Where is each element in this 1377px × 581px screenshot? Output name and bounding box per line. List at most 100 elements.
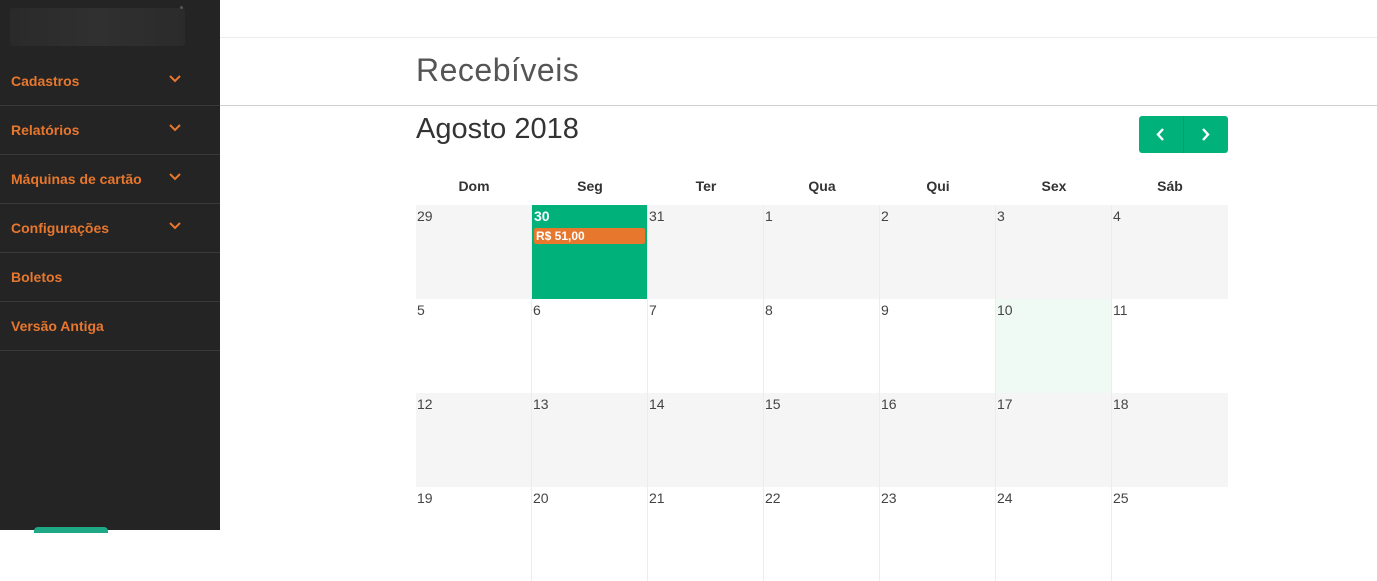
next-month-button[interactable] <box>1183 116 1228 153</box>
day-number: 25 <box>1113 490 1129 506</box>
day-number: 5 <box>417 302 425 318</box>
day-number: 18 <box>1113 396 1129 412</box>
calendar-day[interactable]: 8 <box>764 299 880 393</box>
sidebar-item-relatorios[interactable]: Relatórios <box>0 106 220 155</box>
calendar-day[interactable]: 24 <box>996 487 1112 581</box>
sidebar-item-versao-antiga[interactable]: Versão Antiga <box>0 302 220 351</box>
chevron-down-icon <box>169 173 181 181</box>
prev-month-button[interactable] <box>1139 116 1184 153</box>
calendar-day[interactable]: 1 <box>764 205 880 299</box>
day-number: 15 <box>765 396 781 412</box>
calendar-week: 12 13 14 15 16 17 18 <box>416 393 1228 487</box>
chevron-down-icon <box>169 222 181 230</box>
day-number: 7 <box>649 302 657 318</box>
calendar-nav <box>1139 116 1228 153</box>
sidebar-item-label: Máquinas de cartão <box>11 171 142 187</box>
calendar-week: 5 6 7 8 9 10 11 <box>416 299 1228 393</box>
day-number: 10 <box>997 302 1013 318</box>
day-number: 9 <box>881 302 889 318</box>
calendar-day-selected[interactable]: 30 R$ 51,00 <box>532 205 648 299</box>
weekday-label: Sáb <box>1157 178 1183 194</box>
day-number: 11 <box>1113 302 1128 318</box>
calendar-day[interactable]: 23 <box>880 487 996 581</box>
calendar-day[interactable]: 9 <box>880 299 996 393</box>
calendar-day[interactable]: 29 <box>416 205 532 299</box>
logo-image <box>10 8 185 46</box>
day-number: 8 <box>765 302 773 318</box>
calendar-day[interactable]: 3 <box>996 205 1112 299</box>
calendar-month-title: Agosto 2018 <box>416 113 579 145</box>
day-number: 12 <box>417 396 433 412</box>
calendar-day[interactable]: 18 <box>1112 393 1228 487</box>
calendar-day[interactable]: 5 <box>416 299 532 393</box>
sidebar: Cadastros Relatórios Máquinas de cartão … <box>0 0 220 533</box>
day-number: 16 <box>881 396 897 412</box>
chevron-down-icon <box>169 124 181 132</box>
day-number: 23 <box>881 490 897 506</box>
calendar-day[interactable]: 19 <box>416 487 532 581</box>
receivable-event[interactable]: R$ 51,00 <box>534 228 645 244</box>
sidebar-item-maquinas-de-cartao[interactable]: Máquinas de cartão <box>0 155 220 204</box>
day-number: 2 <box>881 208 889 224</box>
logo-dot <box>180 6 183 9</box>
calendar-day[interactable]: 25 <box>1112 487 1228 581</box>
sidebar-item-label: Boletos <box>11 269 63 285</box>
day-number: 3 <box>997 208 1005 224</box>
chevron-right-icon <box>1202 128 1210 141</box>
calendar-day[interactable]: 14 <box>648 393 764 487</box>
calendar-day[interactable]: 15 <box>764 393 880 487</box>
day-number: 20 <box>533 490 549 506</box>
calendar-day[interactable]: 16 <box>880 393 996 487</box>
weekday-label: Seg <box>577 178 603 194</box>
sidebar-item-label: Relatórios <box>11 122 80 138</box>
calendar-day-today[interactable]: 10 <box>996 299 1112 393</box>
top-bar <box>220 0 1377 38</box>
day-number: 4 <box>1113 208 1121 224</box>
calendar-day[interactable]: 12 <box>416 393 532 487</box>
sidebar-item-cadastros[interactable]: Cadastros <box>0 57 220 106</box>
calendar-day[interactable]: 11 <box>1112 299 1228 393</box>
calendar-day[interactable]: 31 <box>648 205 764 299</box>
calendar-week: 19 20 21 22 23 24 25 <box>416 487 1228 581</box>
calendar-day[interactable]: 22 <box>764 487 880 581</box>
weekday-label: Sex <box>1041 178 1067 194</box>
calendar-day[interactable]: 21 <box>648 487 764 581</box>
day-number: 29 <box>417 208 433 224</box>
day-number: 1 <box>765 208 773 224</box>
calendar-day[interactable]: 2 <box>880 205 996 299</box>
day-number: 19 <box>417 490 433 506</box>
day-number: 24 <box>997 490 1013 506</box>
calendar-day[interactable]: 17 <box>996 393 1112 487</box>
sidebar-item-label: Configurações <box>11 220 110 236</box>
day-number: 13 <box>533 396 549 412</box>
day-number: 17 <box>997 396 1013 412</box>
sidebar-nav: Cadastros Relatórios Máquinas de cartão … <box>0 57 220 351</box>
day-number: 21 <box>649 490 665 506</box>
calendar-day[interactable]: 7 <box>648 299 764 393</box>
sidebar-item-label: Cadastros <box>11 73 80 89</box>
title-divider <box>220 105 1377 106</box>
calendar-week: 29 30 R$ 51,00 31 1 2 3 4 <box>416 205 1228 299</box>
calendar-day[interactable]: 13 <box>532 393 648 487</box>
sidebar-item-label: Versão Antiga <box>11 318 104 334</box>
day-number: 30 <box>534 208 550 224</box>
chevron-left-icon <box>1156 128 1165 141</box>
logo[interactable] <box>0 0 220 58</box>
calendar-weekday-header: Dom Seg Ter Qua Qui Sex Sáb <box>416 167 1228 205</box>
day-number: 14 <box>649 396 665 412</box>
weekday-label: Ter <box>695 178 717 194</box>
day-number: 31 <box>649 208 665 224</box>
calendar-grid: 29 30 R$ 51,00 31 1 2 3 4 5 6 7 8 9 10 1… <box>416 205 1228 581</box>
sidebar-bottom-button[interactable] <box>34 527 108 533</box>
sidebar-item-configuracoes[interactable]: Configurações <box>0 204 220 253</box>
calendar-day[interactable]: 6 <box>532 299 648 393</box>
sidebar-item-boletos[interactable]: Boletos <box>0 253 220 302</box>
weekday-label: Dom <box>458 178 490 194</box>
calendar-day[interactable]: 4 <box>1112 205 1228 299</box>
chevron-down-icon <box>169 75 181 83</box>
calendar-day[interactable]: 20 <box>532 487 648 581</box>
page-title: Recebíveis <box>416 52 580 88</box>
day-number: 22 <box>765 490 781 506</box>
weekday-label: Qui <box>926 178 950 194</box>
weekday-label: Qua <box>808 178 836 194</box>
